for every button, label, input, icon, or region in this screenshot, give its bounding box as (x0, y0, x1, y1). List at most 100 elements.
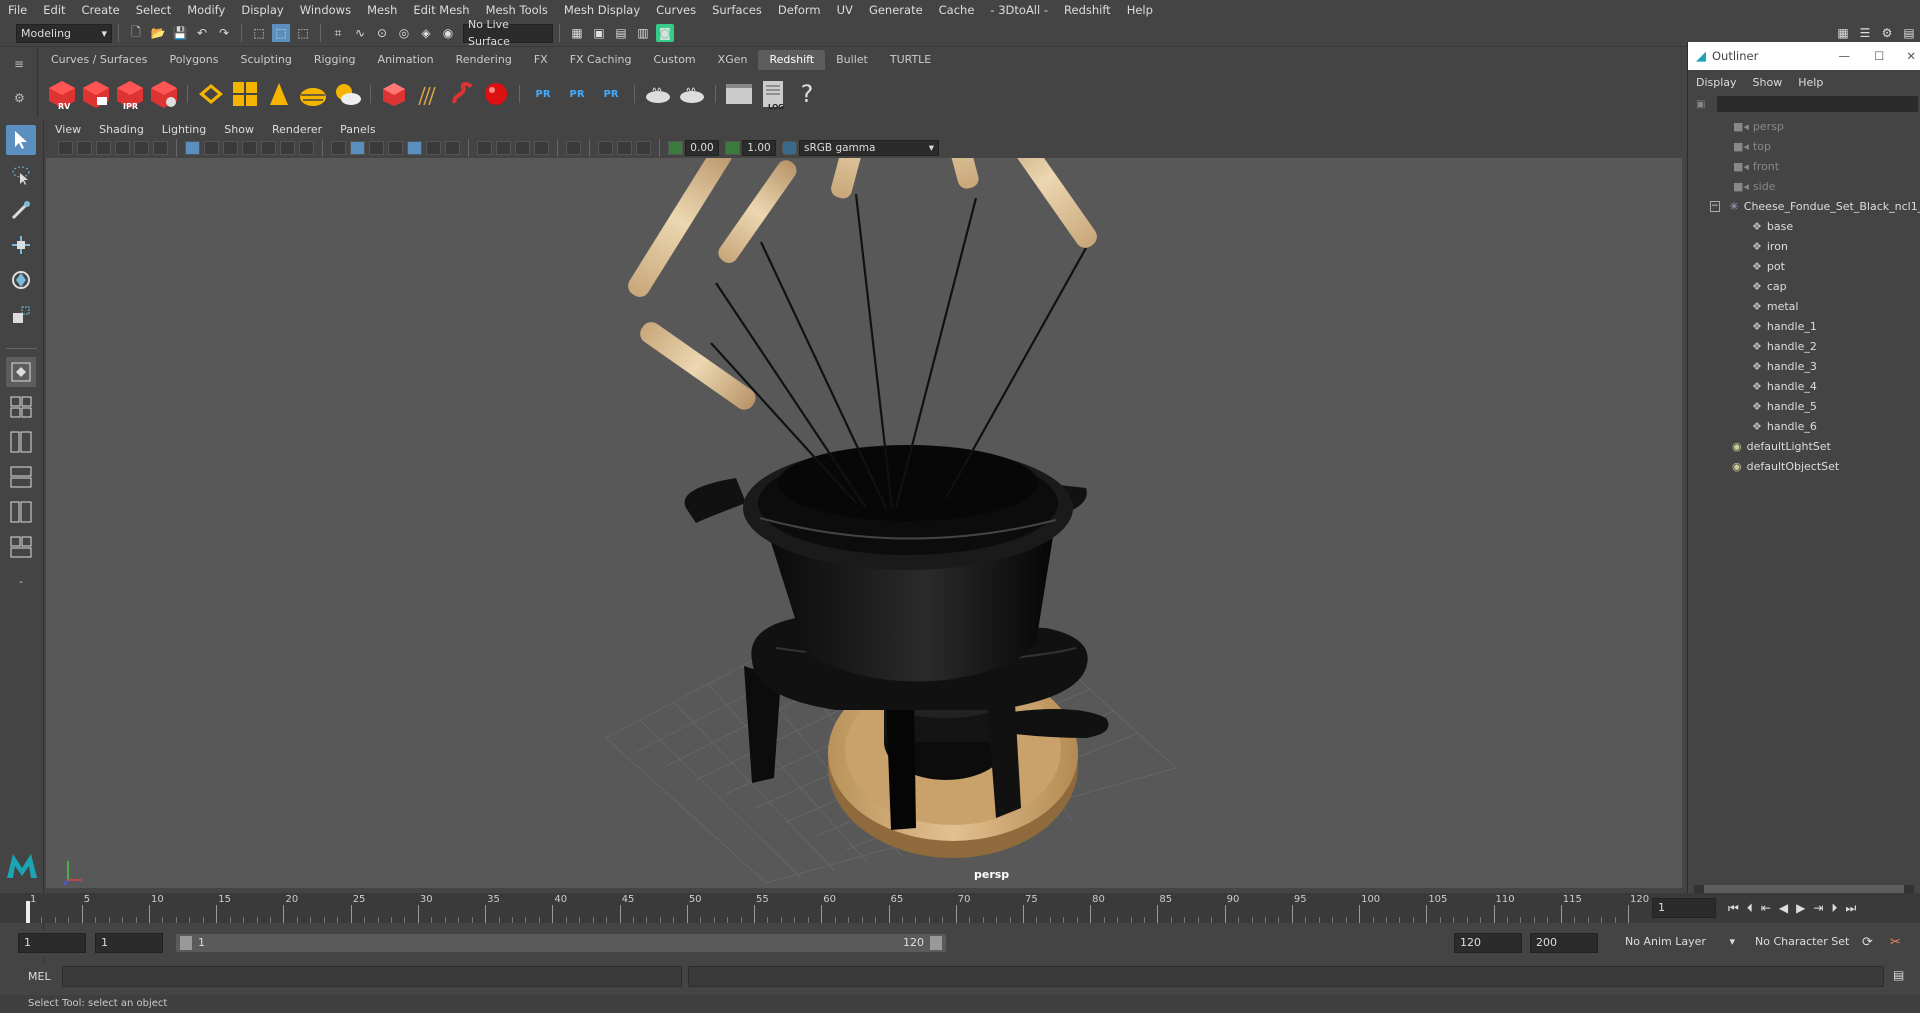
tab-custom[interactable]: Custom (643, 50, 707, 70)
outliner-menu-help[interactable]: Help (1790, 76, 1831, 89)
outliner-hscrollbar[interactable] (1694, 885, 1914, 893)
tool-settings-icon[interactable]: ⚙ (1878, 24, 1896, 42)
field-chart-icon[interactable] (261, 141, 276, 155)
channel-box-icon[interactable]: ▤ (1900, 24, 1918, 42)
menu-mesh-display[interactable]: Mesh Display (556, 0, 648, 20)
step-back-frame-icon[interactable]: ⏴ (1747, 901, 1753, 916)
collapse-icon[interactable]: − (1710, 200, 1720, 212)
step-forward-key-icon[interactable]: ⇥ (1813, 901, 1823, 916)
go-to-end-icon[interactable]: ⏭ (1845, 901, 1856, 916)
scale-tool-icon[interactable] (6, 300, 36, 330)
playback-start-field[interactable]: 1 (95, 933, 163, 953)
sun-sky-icon[interactable] (332, 77, 362, 111)
menu-windows[interactable]: Windows (292, 0, 359, 20)
range-end-handle[interactable] (930, 936, 942, 950)
panel-menu-view[interactable]: View (46, 123, 90, 136)
outliner-item-default-light-set[interactable]: ◉ defaultLightSet (1688, 436, 1920, 456)
paint-select-tool-icon[interactable] (6, 195, 36, 225)
anim-layer-dropdown[interactable]: No Anim Layer ▾ (1620, 933, 1740, 953)
outliner-item-cap[interactable]: ❖ cap (1688, 276, 1920, 296)
scrollbar-thumb[interactable] (1704, 885, 1904, 893)
gamma-field[interactable]: 1.00 (742, 140, 776, 156)
redshift-ipr-icon[interactable]: IPR (115, 77, 145, 111)
save-scene-icon[interactable]: 💾 (171, 24, 189, 42)
hypershade-layout-icon[interactable] (6, 532, 36, 562)
hypershade-icon[interactable]: ◙ (656, 24, 674, 42)
outliner-item-handle-2[interactable]: ❖ handle_2 (1688, 336, 1920, 356)
gear-icon[interactable]: ⚙ (14, 91, 37, 105)
outliner-item-base[interactable]: ❖ base (1688, 216, 1920, 236)
script-editor-icon[interactable]: ▤ (1893, 968, 1904, 982)
colorspace-dropdown[interactable]: sRGB gamma ▾ (799, 140, 939, 156)
spot-light-icon[interactable] (264, 77, 294, 111)
preferences-icon[interactable]: ✂ (1890, 935, 1901, 950)
panel-menu-shading[interactable]: Shading (90, 123, 153, 136)
persp-outliner-layout-icon[interactable] (6, 427, 36, 457)
menu-edit[interactable]: Edit (35, 0, 73, 20)
outliner-item-handle-4[interactable]: ❖ handle_4 (1688, 376, 1920, 396)
tab-animation[interactable]: Animation (367, 50, 445, 70)
workspace-dropdown[interactable]: Modeling ▾ (16, 23, 112, 43)
render-view-icon[interactable]: ▦ (568, 24, 586, 42)
menu-generate[interactable]: Generate (861, 0, 931, 20)
minimize-icon[interactable]: — (1839, 49, 1851, 63)
menu-curves[interactable]: Curves (648, 0, 704, 20)
snap-curve-icon[interactable]: ∿ (351, 24, 369, 42)
menu-select[interactable]: Select (128, 0, 179, 20)
time-slider[interactable]: 1 5 10 15 20 25 30 35 40 45 50 55 60 65 70 75 80 85 90 95 10… (0, 893, 1920, 923)
help-icon[interactable]: ? (792, 77, 822, 111)
exposure-icon[interactable] (668, 141, 683, 155)
menu-create[interactable]: Create (74, 0, 128, 20)
menu-display[interactable]: Display (233, 0, 291, 20)
tab-fx-caching[interactable]: FX Caching (559, 50, 643, 70)
material-bowl-icon[interactable] (643, 77, 673, 111)
safe-action-icon[interactable] (280, 141, 295, 155)
default-material-icon[interactable] (369, 141, 384, 155)
ipr-render-icon[interactable]: ▤ (612, 24, 630, 42)
isolate-select-icon[interactable] (566, 141, 581, 155)
menu-file[interactable]: File (0, 0, 35, 20)
tab-redshift[interactable]: Redshift (758, 50, 826, 70)
outliner-search-input[interactable] (1717, 96, 1918, 112)
outliner-item-pot[interactable]: ❖ pot (1688, 256, 1920, 276)
perspective-viewport[interactable]: persp (46, 158, 1682, 888)
use-all-lights-icon[interactable] (426, 141, 441, 155)
tab-polygons[interactable]: Polygons (159, 50, 230, 70)
start-time-field[interactable]: 1 (18, 933, 86, 953)
curve-icon[interactable] (447, 77, 477, 111)
proxy-icon[interactable] (196, 77, 226, 111)
shadows-icon[interactable] (445, 141, 460, 155)
rotate-tool-icon[interactable] (6, 265, 36, 295)
pr-export-icon[interactable]: PR (528, 77, 558, 111)
redshift-settings-icon[interactable] (149, 77, 179, 111)
outliner-menu-show[interactable]: Show (1745, 76, 1791, 89)
go-to-start-icon[interactable]: ⏮ (1728, 901, 1739, 916)
outliner-item-front[interactable]: ■◂ front (1688, 156, 1920, 176)
outliner-item-handle-5[interactable]: ❖ handle_5 (1688, 396, 1920, 416)
lasso-tool-icon[interactable] (6, 160, 36, 190)
xray-joints-icon[interactable] (617, 141, 632, 155)
playback-end-field[interactable]: 120 (1454, 933, 1522, 953)
snap-grid-icon[interactable]: ⌗ (329, 24, 347, 42)
maximize-icon[interactable]: ☐ (1874, 49, 1884, 63)
select-tool-icon[interactable] (6, 125, 36, 155)
menu-uv[interactable]: UV (829, 0, 861, 20)
camera-select-icon[interactable] (58, 141, 73, 155)
menu-modify[interactable]: Modify (179, 0, 233, 20)
live-surface-field[interactable]: No Live Surface (463, 18, 553, 48)
tab-curves-surfaces[interactable]: Curves / Surfaces (40, 50, 159, 70)
character-set-dropdown[interactable]: No Character Set (1750, 933, 1860, 953)
menu-surfaces[interactable]: Surfaces (704, 0, 770, 20)
undo-icon[interactable]: ↶ (193, 24, 211, 42)
play-backward-icon[interactable]: ◀ (1779, 901, 1788, 916)
exposure-field[interactable]: 0.00 (685, 140, 719, 156)
menu-3dtoall[interactable]: - 3DtoAll - (982, 0, 1056, 20)
gate-mask-icon[interactable] (242, 141, 257, 155)
sphere-material-icon[interactable] (481, 77, 511, 111)
outliner-menu-display[interactable]: Display (1688, 76, 1745, 89)
select-hierarchy-icon[interactable]: ⬚ (250, 24, 268, 42)
select-component-icon[interactable]: ⬚ (294, 24, 312, 42)
tab-xgen[interactable]: XGen (707, 50, 759, 70)
tab-fx[interactable]: FX (523, 50, 559, 70)
camera-attributes-icon[interactable] (77, 141, 92, 155)
